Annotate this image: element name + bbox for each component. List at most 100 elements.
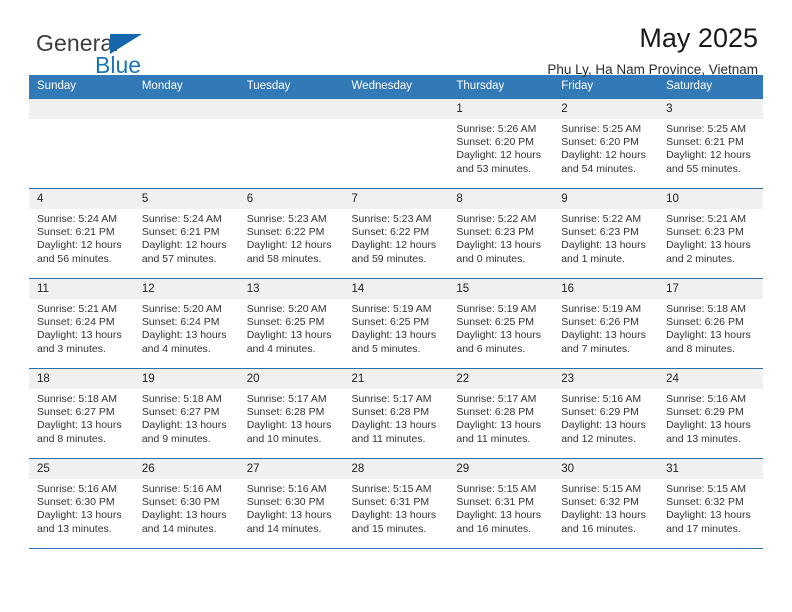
calendar-day-cell[interactable]: 14 Sunrise: 5:19 AM Sunset: 6:25 PM Dayligh…	[343, 278, 449, 369]
calendar-day-cell[interactable]: 6 Sunrise: 5:23 AM Sunset: 6:22 PM Daylight…	[238, 188, 344, 279]
calendar-day-cell[interactable]: 10 Sunrise: 5:21 AM Sunset: 6:23 PM Dayligh…	[658, 188, 763, 279]
sunrise-time: Sunrise: 5:18 AM	[141, 393, 222, 405]
sunrise-time: Sunrise: 5:17 AM	[351, 393, 432, 405]
sunset-time: Sunset: 6:24 PM	[141, 316, 220, 329]
calendar-day-cell[interactable]: 19 Sunrise: 5:18 AM Sunset: 6:27 PM Dayligh…	[133, 368, 239, 459]
calendar-day-cell[interactable]: 21 Sunrise: 5:17 AM Sunset: 6:28 PM Dayligh…	[343, 368, 449, 459]
calendar-day-cell[interactable]: 31 Sunrise: 5:15 AM Sunset: 6:32 PM Dayligh…	[658, 458, 763, 548]
calendar-day-cell[interactable]: 9 Sunrise: 5:22 AM Sunset: 6:23 PM Daylight…	[553, 188, 659, 279]
title-block: May 2025 Phu Ly, Ha Nam Province, Vietna…	[547, 22, 758, 78]
sunrise-time: Sunrise: 5:15 AM	[351, 483, 432, 495]
calendar-day-cell[interactable]: 23 Sunrise: 5:16 AM Sunset: 6:29 PM Dayligh…	[553, 368, 659, 459]
day-details: Sunrise: 5:23 AM Sunset: 6:22 PM Daylight:…	[344, 209, 449, 266]
daylight-line-2: and 11 minutes.	[456, 432, 531, 445]
sunrise-time: Sunrise: 5:19 AM	[351, 303, 432, 315]
calendar-day-cell[interactable]: 26 Sunrise: 5:16 AM Sunset: 6:30 PM Dayligh…	[133, 458, 239, 548]
calendar-week-row: 4 Sunrise: 5:24 AM Sunset: 6:21 PM Daylight…	[29, 188, 763, 279]
calendar-day-cell[interactable]: 22 Sunrise: 5:17 AM Sunset: 6:28 PM Dayligh…	[448, 368, 554, 459]
daylight-line-1: Daylight: 13 hours	[666, 239, 751, 252]
page-header: General Blue May 2025 Phu Ly, Ha Nam Pro…	[29, 0, 763, 78]
daylight-line-2: and 5 minutes.	[351, 342, 421, 355]
sunrise-time: Sunrise: 5:15 AM	[666, 483, 747, 495]
day-details: Sunrise: 5:20 AM Sunset: 6:24 PM Daylight:…	[134, 299, 239, 356]
day-number: 23	[553, 369, 659, 389]
daylight-line-2: and 17 minutes.	[666, 522, 741, 535]
daylight-line-2: and 57 minutes.	[141, 252, 217, 265]
sunrise-time: Sunrise: 5:20 AM	[246, 303, 327, 315]
daylight-line-1: Daylight: 13 hours	[456, 509, 542, 522]
day-details: Sunrise: 5:25 AM Sunset: 6:21 PM Daylight:…	[658, 119, 763, 176]
day-number: 14	[343, 279, 449, 299]
sunrise-time: Sunrise: 5:15 AM	[456, 483, 537, 495]
logo-triangle-icon	[110, 34, 142, 54]
calendar-day-cell[interactable]: 18 Sunrise: 5:18 AM Sunset: 6:27 PM Dayligh…	[29, 368, 134, 459]
calendar-day-cell[interactable]: 29 Sunrise: 5:15 AM Sunset: 6:31 PM Dayligh…	[448, 458, 554, 548]
daylight-line-2: and 13 minutes.	[666, 432, 741, 445]
day-details: Sunrise: 5:24 AM Sunset: 6:21 PM Daylight:…	[29, 209, 134, 266]
calendar-day-cell[interactable]: 7 Sunrise: 5:23 AM Sunset: 6:22 PM Daylight…	[343, 188, 449, 279]
sunset-time: Sunset: 6:29 PM	[561, 406, 639, 419]
day-details: Sunrise: 5:19 AM Sunset: 6:25 PM Daylight:…	[344, 299, 449, 356]
calendar-day-cell[interactable]: 13 Sunrise: 5:20 AM Sunset: 6:25 PM Dayligh…	[238, 278, 344, 369]
calendar-day-cell[interactable]: 12 Sunrise: 5:20 AM Sunset: 6:24 PM Dayligh…	[133, 278, 239, 369]
calendar-day-cell[interactable]: 5 Sunrise: 5:24 AM Sunset: 6:21 PM Daylight…	[133, 188, 239, 279]
daylight-line-2: and 4 minutes.	[246, 342, 316, 355]
sunrise-time: Sunrise: 5:23 AM	[351, 213, 432, 225]
day-details: Sunrise: 5:17 AM Sunset: 6:28 PM Daylight:…	[448, 389, 553, 446]
sunset-time: Sunset: 6:23 PM	[456, 226, 535, 239]
daylight-line-1: Daylight: 13 hours	[561, 239, 646, 252]
day-number: 19	[133, 369, 239, 389]
calendar-day-cell[interactable]: 25 Sunrise: 5:16 AM Sunset: 6:30 PM Dayligh…	[29, 458, 134, 548]
day-number: 26	[133, 459, 239, 479]
day-number: 28	[343, 459, 449, 479]
day-number: 15	[448, 279, 554, 299]
sunset-time: Sunset: 6:32 PM	[561, 496, 639, 509]
calendar-day-cell[interactable]: 3 Sunrise: 5:25 AM Sunset: 6:21 PM Daylight…	[658, 98, 763, 189]
calendar-day-cell[interactable]: 17 Sunrise: 5:18 AM Sunset: 6:26 PM Dayligh…	[658, 278, 763, 369]
sunset-time: Sunset: 6:22 PM	[351, 226, 430, 239]
sunrise-time: Sunrise: 5:25 AM	[666, 123, 747, 135]
calendar-week-row: 11 Sunrise: 5:21 AM Sunset: 6:24 PM Dayligh…	[29, 278, 763, 369]
calendar-day-cell[interactable]: 27 Sunrise: 5:16 AM Sunset: 6:30 PM Dayligh…	[238, 458, 344, 548]
day-details: Sunrise: 5:16 AM Sunset: 6:30 PM Daylight:…	[134, 479, 239, 536]
daylight-line-1: Daylight: 13 hours	[37, 329, 122, 342]
sunrise-time: Sunrise: 5:19 AM	[561, 303, 642, 315]
daylight-line-1: Daylight: 13 hours	[246, 329, 332, 342]
daylight-line-1: Daylight: 13 hours	[246, 509, 332, 522]
sunset-time: Sunset: 6:21 PM	[141, 226, 220, 239]
general-blue-logo[interactable]: General Blue	[36, 30, 216, 78]
calendar-day-cell[interactable]: 15 Sunrise: 5:19 AM Sunset: 6:25 PM Dayligh…	[448, 278, 554, 369]
daylight-line-1: Daylight: 13 hours	[666, 509, 751, 522]
daylight-line-1: Daylight: 13 hours	[141, 509, 227, 522]
daylight-line-1: Daylight: 13 hours	[561, 509, 646, 522]
day-number: 6	[238, 189, 344, 209]
sunset-time: Sunset: 6:28 PM	[351, 406, 430, 419]
day-details: Sunrise: 5:21 AM Sunset: 6:24 PM Daylight:…	[29, 299, 134, 356]
calendar-day-cell[interactable]: 2 Sunrise: 5:25 AM Sunset: 6:20 PM Daylight…	[553, 98, 659, 189]
sunset-time: Sunset: 6:23 PM	[666, 226, 744, 239]
day-number: 21	[343, 369, 449, 389]
calendar-day-cell[interactable]: 4 Sunrise: 5:24 AM Sunset: 6:21 PM Daylight…	[29, 188, 134, 279]
calendar-day-cell[interactable]: 24 Sunrise: 5:16 AM Sunset: 6:29 PM Dayligh…	[658, 368, 763, 459]
calendar-week-row: 18 Sunrise: 5:18 AM Sunset: 6:27 PM Dayligh…	[29, 368, 763, 459]
calendar-day-cell[interactable]: 11 Sunrise: 5:21 AM Sunset: 6:24 PM Dayligh…	[29, 278, 134, 369]
day-number: 24	[658, 369, 763, 389]
day-details: Sunrise: 5:17 AM Sunset: 6:28 PM Daylight:…	[344, 389, 449, 446]
calendar-day-cell[interactable]: 8 Sunrise: 5:22 AM Sunset: 6:23 PM Daylight…	[448, 188, 554, 279]
sunrise-time: Sunrise: 5:24 AM	[141, 213, 222, 225]
calendar-day-cell[interactable]: 20 Sunrise: 5:17 AM Sunset: 6:28 PM Dayligh…	[238, 368, 344, 459]
calendar-day-cell[interactable]: 30 Sunrise: 5:15 AM Sunset: 6:32 PM Dayligh…	[553, 458, 659, 548]
day-number: 2	[553, 99, 659, 119]
sunset-time: Sunset: 6:32 PM	[666, 496, 744, 509]
day-number: 18	[29, 369, 134, 389]
day-number: 8	[448, 189, 554, 209]
sunrise-time: Sunrise: 5:26 AM	[456, 123, 537, 135]
calendar-day-cell[interactable]: 28 Sunrise: 5:15 AM Sunset: 6:31 PM Dayligh…	[343, 458, 449, 548]
day-details: Sunrise: 5:18 AM Sunset: 6:27 PM Daylight:…	[134, 389, 239, 446]
calendar-day-cell[interactable]: 1 Sunrise: 5:26 AM Sunset: 6:20 PM Daylight…	[448, 98, 554, 189]
sunset-time: Sunset: 6:21 PM	[666, 136, 744, 149]
calendar-body: 1 Sunrise: 5:26 AM Sunset: 6:20 PM Daylight…	[29, 98, 763, 548]
day-number: 7	[343, 189, 449, 209]
calendar-day-cell[interactable]: 16 Sunrise: 5:19 AM Sunset: 6:26 PM Dayligh…	[553, 278, 659, 369]
sunrise-time: Sunrise: 5:17 AM	[456, 393, 537, 405]
